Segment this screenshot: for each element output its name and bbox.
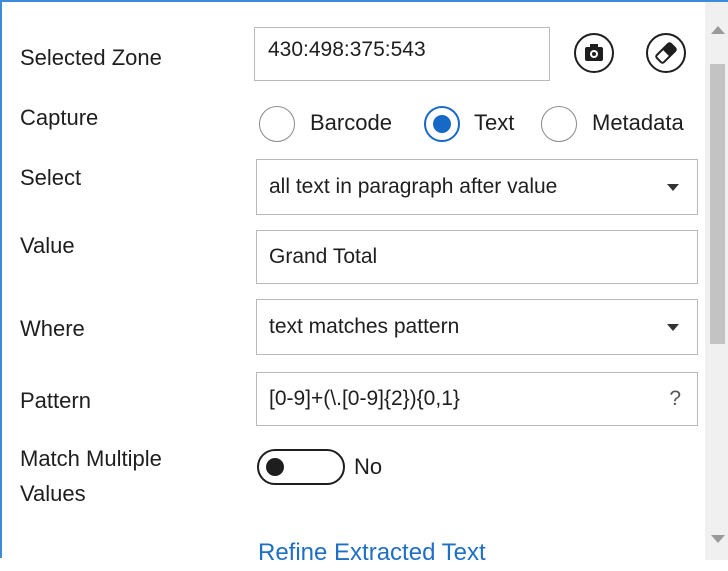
where-value: text matches pattern xyxy=(269,315,460,338)
help-icon[interactable]: ? xyxy=(669,373,681,425)
zone-settings-panel: Selected Zone 430:498:375:543 Capture Ba… xyxy=(0,0,728,566)
where-label: Where xyxy=(20,316,85,341)
chevron-down-icon xyxy=(667,324,679,331)
clear-zone-button[interactable] xyxy=(646,33,686,73)
scrollbar-thumb[interactable] xyxy=(710,64,725,344)
radio-metadata[interactable] xyxy=(541,106,577,142)
eraser-icon xyxy=(655,42,677,64)
match-multiple-toggle[interactable] xyxy=(257,449,345,485)
value-input[interactable]: Grand Total xyxy=(256,230,698,284)
radio-text-label: Text xyxy=(474,110,515,135)
select-label: Select xyxy=(20,165,82,190)
vertical-scrollbar[interactable] xyxy=(705,2,728,560)
radio-metadata-label: Metadata xyxy=(592,110,684,135)
radio-barcode-label: Barcode xyxy=(310,110,392,135)
match-multiple-label-line2: Values xyxy=(20,481,86,506)
match-multiple-label-line1: Match Multiple xyxy=(20,446,162,471)
selected-zone-value: 430:498:375:543 xyxy=(268,38,426,61)
capture-zone-button[interactable] xyxy=(574,33,614,73)
toggle-knob xyxy=(266,458,284,476)
scroll-down-icon[interactable] xyxy=(711,535,725,543)
select-dropdown[interactable]: all text in paragraph after value xyxy=(256,159,698,215)
value-label: Value xyxy=(20,233,75,258)
pattern-input[interactable]: [0-9]+(\.[0-9]{2}){0,1} ? xyxy=(256,372,698,426)
match-multiple-state: No xyxy=(354,454,383,479)
refine-extracted-text-link[interactable]: Refine Extracted Text xyxy=(258,535,486,571)
capture-label: Capture xyxy=(20,105,99,130)
radio-text[interactable] xyxy=(424,106,460,142)
select-value: all text in paragraph after value xyxy=(269,175,558,198)
selected-zone-field[interactable]: 430:498:375:543 xyxy=(254,27,550,81)
selected-zone-label: Selected Zone xyxy=(20,45,162,70)
camera-icon xyxy=(585,44,603,61)
value-input-text: Grand Total xyxy=(269,245,378,268)
pattern-value: [0-9]+(\.[0-9]{2}){0,1} xyxy=(269,387,460,410)
chevron-down-icon xyxy=(667,184,679,191)
pattern-label: Pattern xyxy=(20,388,91,413)
scroll-up-icon[interactable] xyxy=(711,26,725,34)
where-dropdown[interactable]: text matches pattern xyxy=(256,299,698,355)
radio-barcode[interactable] xyxy=(259,106,295,142)
